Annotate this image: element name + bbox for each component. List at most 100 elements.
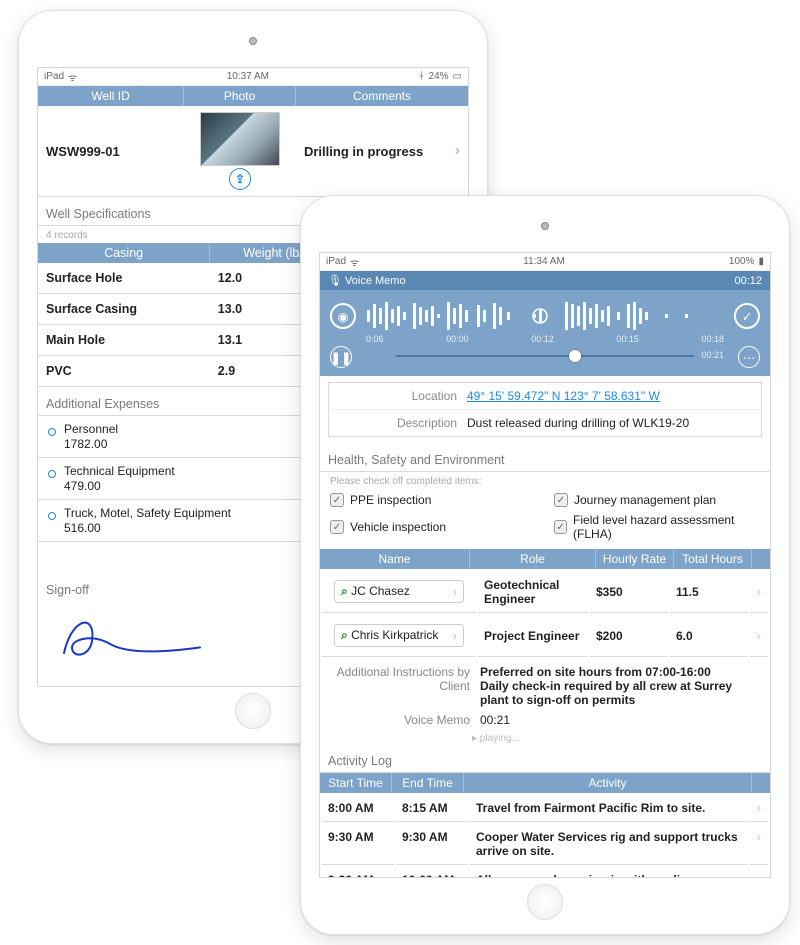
hse-prompt: Please check off completed items: bbox=[320, 472, 770, 489]
casing-cell: Surface Casing bbox=[38, 294, 210, 325]
home-button[interactable] bbox=[235, 693, 271, 729]
check-item[interactable]: ✓ Journey management plan bbox=[554, 493, 760, 507]
checkbox-icon[interactable]: ✓ bbox=[554, 520, 567, 534]
location-value[interactable]: 49° 15' 59.472" N 123° 7' 58.631" W bbox=[467, 389, 753, 403]
more-button[interactable]: ⋯ bbox=[738, 346, 760, 368]
hours-cell: 6.0 bbox=[670, 615, 748, 657]
search-icon: ⌕ bbox=[341, 584, 348, 598]
memo-info-box: Location 49° 15' 59.472" N 123° 7' 58.63… bbox=[328, 382, 762, 437]
search-icon: ⌕ bbox=[341, 628, 348, 642]
description-value: Dust released during drilling of WLK19-2… bbox=[467, 416, 753, 430]
voice-memo-header: 🎙 Voice Memo 00:12 bbox=[320, 271, 770, 290]
activity-cell: Cooper Water Services rig and support tr… bbox=[470, 824, 748, 865]
mic-icon: 🎙 bbox=[328, 275, 342, 287]
crew-name-picker[interactable]: ⌕ Chris Kirkpatrick› bbox=[334, 624, 464, 647]
col-end: End Time bbox=[392, 773, 464, 793]
crew-table: ⌕ JC Chasez› Geotechnical Engineer$35011.… bbox=[320, 569, 770, 659]
chevron-right-icon[interactable]: › bbox=[447, 138, 468, 164]
chevron-right-icon[interactable]: › bbox=[750, 824, 768, 865]
check-label: Journey management plan bbox=[574, 493, 716, 507]
col-rate: Hourly Rate bbox=[596, 549, 674, 569]
status-bar: iPad ᯤ 11:34 AM 100% ▮ bbox=[320, 253, 770, 271]
share-button[interactable]: ⇪ bbox=[229, 168, 251, 190]
activity-cell: Travel from Fairmont Pacific Rim to site… bbox=[470, 795, 748, 822]
waveform-icon bbox=[364, 300, 726, 332]
checkbox-icon[interactable]: ✓ bbox=[554, 493, 568, 507]
activity-table-header: Start Time End Time Activity bbox=[320, 773, 770, 793]
crew-name-picker[interactable]: ⌕ JC Chasez› bbox=[334, 580, 464, 603]
check-item[interactable]: ✓Vehicle inspection bbox=[330, 513, 536, 541]
check-label: Field level hazard assessment (FLHA) bbox=[573, 513, 760, 541]
chevron-right-icon[interactable]: › bbox=[750, 571, 768, 613]
pause-button[interactable]: ❚❚ bbox=[330, 346, 352, 368]
check-item[interactable]: ✓ Field level hazard assessment (FLHA) bbox=[554, 513, 760, 541]
memo-label: Voice Memo bbox=[330, 713, 470, 727]
chevron-right-icon: › bbox=[453, 585, 457, 599]
start-cell: 9:30 AM bbox=[322, 824, 394, 865]
col-activity: Activity bbox=[464, 773, 752, 793]
playback-slider[interactable]: 00:21 bbox=[396, 349, 694, 363]
section-activity: Activity Log bbox=[320, 744, 770, 773]
casing-cell: PVC bbox=[38, 356, 210, 387]
well-row[interactable]: WSW999-01 ⇪ Drilling in progress › bbox=[38, 106, 468, 197]
col-photo: Photo bbox=[184, 86, 296, 106]
col-name: Name bbox=[320, 549, 470, 569]
memo-status: ▸ playing… bbox=[320, 733, 770, 744]
chevron-right-icon[interactable]: › bbox=[750, 615, 768, 657]
end-cell: 9:30 AM bbox=[396, 824, 468, 865]
memo-value: 00:21 bbox=[480, 713, 760, 727]
col-well-id: Well ID bbox=[38, 86, 184, 106]
battery-icon: ▭ bbox=[453, 71, 462, 82]
section-hse: Health, Safety and Environment bbox=[320, 443, 770, 472]
instructions-row: Additional Instructions by Client Prefer… bbox=[320, 659, 770, 713]
confirm-button[interactable]: ✓ bbox=[734, 303, 760, 329]
voice-memo-title: Voice Memo bbox=[345, 275, 406, 287]
table-row[interactable]: 9:30 AM10:00 AMAll crew members sign-in … bbox=[322, 867, 768, 878]
record-button[interactable]: ◉ bbox=[330, 303, 356, 329]
col-role: Role bbox=[470, 549, 596, 569]
check-item[interactable]: ✓ PPE inspection bbox=[330, 493, 536, 507]
check-label: PPE inspection bbox=[350, 493, 431, 507]
col-hours: Total Hours bbox=[674, 549, 752, 569]
timeline-ticks: 0:06 00:00 00:12 00:15 00:18 bbox=[330, 332, 760, 344]
description-label: Description bbox=[337, 416, 457, 430]
role-cell: Project Engineer bbox=[478, 615, 588, 657]
table-row[interactable]: ⌕ JC Chasez› Geotechnical Engineer$35011.… bbox=[322, 571, 768, 613]
rate-cell: $350 bbox=[590, 571, 668, 613]
start-cell: 8:00 AM bbox=[322, 795, 394, 822]
screen-right: iPad ᯤ 11:34 AM 100% ▮ 🎙 Voice Memo 00:1… bbox=[319, 252, 771, 878]
wifi-icon: ᯤ bbox=[68, 70, 77, 84]
duration-label: 00:21 bbox=[701, 350, 724, 360]
instructions-value: Preferred on site hours from 07:00-16:00… bbox=[480, 665, 760, 707]
well-photo-thumbnail[interactable] bbox=[200, 112, 280, 166]
checkbox-icon[interactable]: ✓ bbox=[330, 493, 344, 507]
chevron-right-icon[interactable]: › bbox=[750, 795, 768, 822]
start-cell: 9:30 AM bbox=[322, 867, 394, 878]
carrier-label: iPad bbox=[44, 71, 64, 82]
crew-table-header: Name Role Hourly Rate Total Hours bbox=[320, 549, 770, 569]
checkbox-icon[interactable]: ✓ bbox=[330, 520, 344, 534]
table-row[interactable]: 9:30 AM9:30 AMCooper Water Services rig … bbox=[322, 824, 768, 865]
bluetooth-icon: ᚼ bbox=[419, 71, 425, 82]
chevron-right-icon[interactable]: › bbox=[750, 867, 768, 878]
activity-table: 8:00 AM8:15 AMTravel from Fairmont Pacif… bbox=[320, 793, 770, 878]
well-comments-value: Drilling in progress bbox=[296, 140, 447, 163]
role-cell: Geotechnical Engineer bbox=[478, 571, 588, 613]
end-cell: 8:15 AM bbox=[396, 795, 468, 822]
instructions-label: Additional Instructions by Client bbox=[330, 665, 470, 707]
memo-row: Voice Memo 00:21 bbox=[320, 713, 770, 733]
table-row[interactable]: ⌕ Chris Kirkpatrick›Project Engineer$200… bbox=[322, 615, 768, 657]
location-label: Location bbox=[337, 389, 457, 403]
spec-h-casing: Casing bbox=[38, 243, 210, 263]
casing-cell: Main Hole bbox=[38, 325, 210, 356]
home-button[interactable] bbox=[527, 884, 563, 920]
clock-label: 10:37 AM bbox=[227, 71, 269, 82]
well-id-value: WSW999-01 bbox=[38, 140, 184, 163]
carrier-label: iPad bbox=[326, 256, 346, 267]
battery-label: 100% bbox=[729, 256, 755, 267]
table-row[interactable]: 8:00 AM8:15 AMTravel from Fairmont Pacif… bbox=[322, 795, 768, 822]
hours-cell: 11.5 bbox=[670, 571, 748, 613]
signature-icon bbox=[48, 607, 208, 667]
casing-cell: Surface Hole bbox=[38, 263, 210, 294]
voice-memo-badge: 00:12 bbox=[734, 275, 762, 287]
